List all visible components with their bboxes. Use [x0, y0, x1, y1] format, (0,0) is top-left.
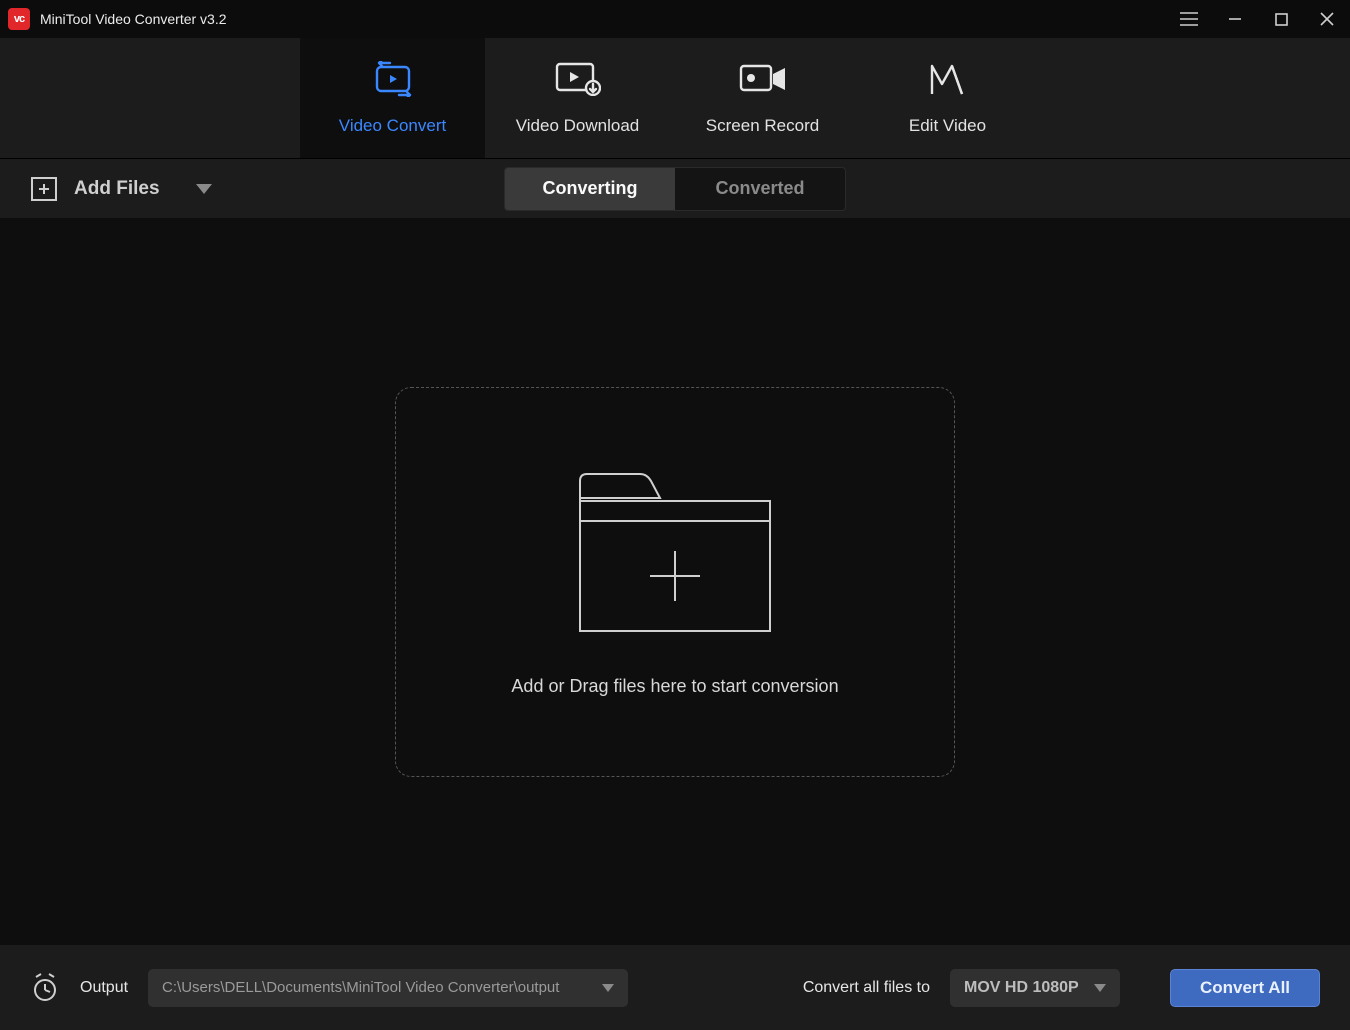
main-area: Add or Drag files here to start conversi… [0, 218, 1350, 945]
format-selected-text: MOV HD 1080P [964, 979, 1079, 997]
close-icon [1320, 12, 1334, 26]
chevron-down-icon [1094, 984, 1106, 992]
output-label: Output [80, 979, 128, 997]
app-logo-text: vc [14, 13, 24, 25]
close-button[interactable] [1304, 0, 1350, 38]
nav-label: Video Download [516, 116, 640, 136]
convert-all-label: Convert All [1200, 978, 1290, 998]
bottom-bar: Output C:\Users\DELL\Documents\MiniTool … [0, 945, 1350, 1030]
tab-converting[interactable]: Converting [505, 168, 675, 210]
app-title: MiniTool Video Converter v3.2 [40, 11, 227, 27]
nav-video-convert[interactable]: Video Convert [300, 38, 485, 158]
nav-label: Edit Video [909, 116, 986, 136]
dropzone-hint: Add or Drag files here to start conversi… [511, 676, 838, 697]
chevron-down-icon [196, 184, 212, 194]
tab-converted[interactable]: Converted [675, 168, 845, 210]
nav-edit-video[interactable]: Edit Video [855, 38, 1040, 158]
titlebar: vc MiniTool Video Converter v3.2 [0, 0, 1350, 38]
hamburger-icon [1180, 12, 1198, 26]
convert-to-label: Convert all files to [803, 979, 930, 997]
download-icon [555, 60, 601, 98]
add-files-label: Add Files [74, 178, 160, 200]
folder-plus-icon [565, 466, 785, 646]
status-tabs: Converting Converted [504, 167, 846, 211]
minimize-icon [1228, 12, 1242, 26]
maximize-icon [1275, 13, 1288, 26]
app-logo: vc [8, 8, 30, 30]
nav-video-download[interactable]: Video Download [485, 38, 670, 158]
clock-icon[interactable] [30, 973, 60, 1003]
top-nav: Video Convert Video Download Screen Reco… [0, 38, 1350, 158]
dropzone[interactable]: Add or Drag files here to start conversi… [395, 387, 955, 777]
nav-label: Screen Record [706, 116, 819, 136]
hamburger-menu-button[interactable] [1166, 0, 1212, 38]
edit-icon [928, 60, 968, 98]
tab-label: Converting [542, 178, 637, 199]
maximize-button[interactable] [1258, 0, 1304, 38]
tab-label: Converted [715, 178, 804, 199]
toolbar: Add Files Converting Converted [0, 158, 1350, 218]
format-select[interactable]: MOV HD 1080P [950, 969, 1120, 1007]
add-files-button[interactable]: Add Files [30, 176, 212, 202]
minimize-button[interactable] [1212, 0, 1258, 38]
nav-label: Video Convert [339, 116, 446, 136]
output-path-text: C:\Users\DELL\Documents\MiniTool Video C… [162, 979, 559, 996]
add-file-icon [30, 176, 58, 202]
record-icon [739, 60, 787, 98]
output-path-select[interactable]: C:\Users\DELL\Documents\MiniTool Video C… [148, 969, 628, 1007]
chevron-down-icon [602, 984, 614, 992]
nav-screen-record[interactable]: Screen Record [670, 38, 855, 158]
convert-all-button[interactable]: Convert All [1170, 969, 1320, 1007]
convert-icon [371, 60, 415, 98]
